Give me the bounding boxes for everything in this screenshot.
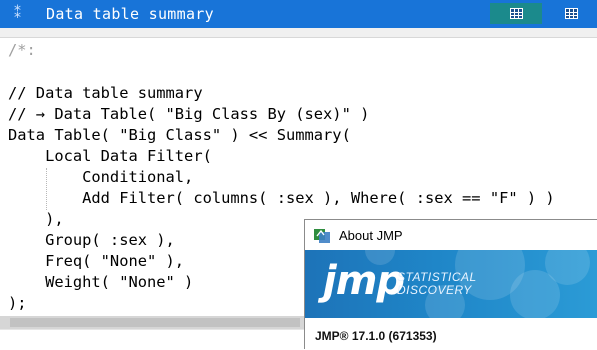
about-title: About JMP: [339, 227, 403, 243]
code-line: Group( :sex ),: [8, 231, 175, 249]
code-line: Freq( "None" ),: [8, 252, 185, 270]
editor-toolbar-strip: [0, 28, 597, 38]
code-line: ),: [8, 210, 64, 228]
jmp-banner: jmp STATISTICAL DISCOVERY: [305, 250, 597, 318]
code-line: Conditional,: [8, 168, 194, 186]
code-line: );: [8, 294, 27, 312]
code-line: // → Data Table( "Big Class By (sex)" ): [8, 105, 370, 123]
data-table-button-2[interactable]: [545, 3, 597, 24]
about-jmp-window[interactable]: About JMP jmp STATISTICAL DISCOVERY JMP®…: [304, 219, 597, 349]
jmp-app-icon: [314, 227, 330, 243]
indent-guide: [46, 168, 47, 210]
editor-title-bar: ⁑ Data table summary: [0, 0, 597, 28]
data-table-button[interactable]: [490, 3, 542, 24]
tagline-line-2: DISCOVERY: [397, 283, 472, 297]
code-line: Weight( "None" ): [8, 273, 194, 291]
code-line: Data Table( "Big Class" ) << Summary(: [8, 126, 351, 144]
drag-handle-icon[interactable]: ⁑: [14, 7, 28, 21]
version-product: JMP®: [315, 329, 349, 343]
data-grid-icon: [509, 8, 523, 19]
code-line: /*:: [8, 41, 36, 59]
about-title-bar: About JMP: [305, 220, 597, 250]
window-title: Data table summary: [46, 5, 214, 23]
code-line: Local Data Filter(: [8, 147, 212, 165]
jmp-logo: jmp: [323, 258, 405, 304]
version-number: 17.1.0 (671353): [351, 329, 437, 343]
jmp-tagline: STATISTICAL DISCOVERY: [397, 271, 477, 297]
scrollbar-thumb[interactable]: [10, 318, 300, 327]
data-grid-icon: [564, 8, 578, 19]
code-line: // Data table summary: [8, 84, 203, 102]
version-text: JMP® 17.1.0 (671353): [315, 329, 437, 343]
code-line: Add Filter( columns( :sex ), Where( :sex…: [8, 189, 555, 207]
